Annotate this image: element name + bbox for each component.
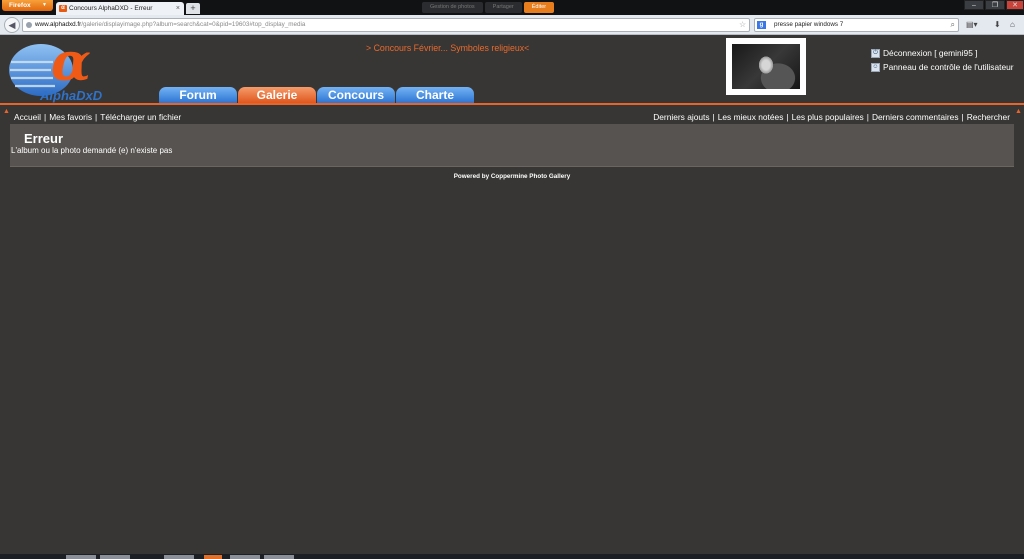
browser-title-bar: Firefox ▼ α Concours AlphaDXD - Erreur ×… <box>0 0 1024 15</box>
bookmark-star-icon[interactable]: ☆ <box>739 19 746 31</box>
logout-icon: ⏻ <box>871 48 880 58</box>
site-logo[interactable]: α AlphaDxD <box>7 32 103 104</box>
logo-alpha-symbol: α <box>51 32 92 93</box>
site-navigation-tabs: Forum Galerie Concours Charte <box>159 87 475 103</box>
browser-tab-active[interactable]: α Concours AlphaDXD - Erreur × <box>56 2 184 15</box>
powered-by-footer[interactable]: Powered by Coppermine Photo Gallery <box>0 173 1024 180</box>
user-profile-icon: ☺ <box>871 62 880 72</box>
restore-window-icon[interactable]: ❐ <box>985 0 1005 10</box>
taskbar-item[interactable] <box>204 555 222 559</box>
latest-uploads-link[interactable]: Derniers ajouts <box>653 112 709 122</box>
taskbar-item[interactable] <box>100 555 130 559</box>
extension-tabs: Gestion de photos Partager Éditer <box>422 2 555 13</box>
taskbar-item[interactable] <box>230 555 260 559</box>
breadcrumb: Accueil | Mes favoris | Télécharger un fichi… <box>14 112 182 122</box>
back-arrow-icon[interactable]: ◀ <box>4 17 20 33</box>
browser-tab-title: Concours AlphaDXD - Erreur <box>69 5 153 12</box>
new-tab-button[interactable]: + <box>186 3 200 14</box>
logo-text: AlphaDxD <box>40 88 103 103</box>
home-link[interactable]: Accueil <box>14 112 41 122</box>
extension-tab-edit[interactable]: Éditer <box>523 2 555 13</box>
arrow-up-left-icon[interactable]: ▲ <box>3 108 10 115</box>
site-favicon-icon: α <box>59 5 67 12</box>
close-window-icon[interactable]: ✕ <box>1006 0 1024 10</box>
bookmarks-icon[interactable]: ▤▾ <box>966 18 978 32</box>
taskbar-item[interactable] <box>66 555 96 559</box>
upload-link[interactable]: Télécharger un fichier <box>100 112 181 122</box>
extension-tab-photos[interactable]: Gestion de photos <box>422 2 483 13</box>
search-engine-icon[interactable]: g <box>757 21 766 29</box>
logout-link[interactable]: ⏻ Déconnexion [ gemini95 ] <box>871 46 1014 60</box>
tab-galerie[interactable]: Galerie <box>238 87 316 103</box>
url-path: /galerie/displayimage.php?album=search&c… <box>81 21 306 28</box>
search-box[interactable]: g presse papier windows 7 ⌕ <box>754 18 959 32</box>
baby-photo-image <box>732 44 800 89</box>
extension-tab-share[interactable]: Partager <box>484 2 522 13</box>
firefox-menu-label: Firefox <box>9 2 31 9</box>
error-message: L'album ou la photo demandé (e) n'existe… <box>11 146 173 155</box>
latest-comments-link[interactable]: Derniers commentaires <box>872 112 959 122</box>
tab-charte[interactable]: Charte <box>396 87 474 103</box>
control-panel-label: Panneau de contrôle de l'utilisateur <box>883 62 1014 72</box>
browser-navigation-bar: ◀ www.alphadxd.fr/galerie/displayimage.p… <box>0 15 1024 35</box>
top-rated-link[interactable]: Les mieux notées <box>718 112 784 122</box>
search-query: presse papier windows 7 <box>774 21 844 28</box>
taskbar-item[interactable] <box>164 555 194 559</box>
most-viewed-link[interactable]: Les plus populaires <box>792 112 864 122</box>
user-menu: ⏻ Déconnexion [ gemini95 ] ☺ Panneau de … <box>871 46 1014 74</box>
chevron-down-icon: ▼ <box>42 2 47 8</box>
logout-label: Déconnexion [ gemini95 ] <box>883 48 978 58</box>
close-tab-icon[interactable]: × <box>176 2 180 15</box>
download-icon[interactable]: ⬇ <box>994 18 1001 32</box>
firefox-menu-button[interactable]: Firefox ▼ <box>2 0 53 11</box>
contest-announcement-link[interactable]: > Concours Février... Symboles religieux… <box>366 43 529 53</box>
globe-icon <box>26 22 32 28</box>
search-link[interactable]: Rechercher <box>967 112 1010 122</box>
os-taskbar <box>0 554 1024 559</box>
random-photo-thumbnail[interactable] <box>726 38 806 95</box>
gallery-meta-links: Derniers ajouts | Les mieux notées | Les plu… <box>653 112 1010 122</box>
url-host: www.alphadxd.fr <box>35 21 82 28</box>
favorites-link[interactable]: Mes favoris <box>49 112 92 122</box>
arrow-up-right-icon[interactable]: ▲ <box>1015 108 1022 115</box>
taskbar-item[interactable] <box>264 555 294 559</box>
home-icon[interactable]: ⌂ <box>1010 18 1015 32</box>
minimize-window-icon[interactable]: – <box>964 0 984 10</box>
control-panel-link[interactable]: ☺ Panneau de contrôle de l'utilisateur <box>871 60 1014 74</box>
tab-concours[interactable]: Concours <box>317 87 395 103</box>
header-divider <box>0 103 1024 105</box>
error-title: Erreur <box>24 131 64 146</box>
address-bar[interactable]: www.alphadxd.fr/galerie/displayimage.php… <box>22 18 750 32</box>
tab-forum[interactable]: Forum <box>159 87 237 103</box>
search-icon[interactable]: ⌕ <box>951 19 955 31</box>
